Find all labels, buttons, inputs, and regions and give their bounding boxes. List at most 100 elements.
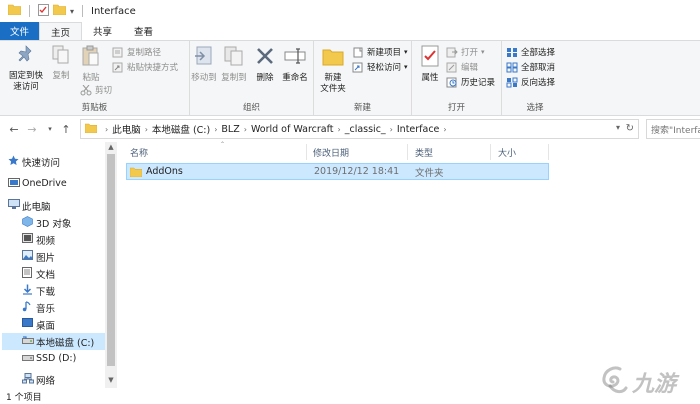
history-button[interactable]: 历史记录 — [446, 76, 495, 88]
folder-icon — [84, 123, 98, 136]
invert-selection-button[interactable]: 反向选择 — [506, 76, 555, 88]
back-button[interactable]: ← — [6, 120, 22, 138]
column-divider[interactable] — [306, 144, 307, 160]
picture-icon — [22, 250, 36, 263]
new-folder-button[interactable]: 新建 文件夹 — [318, 45, 348, 95]
tab-view[interactable]: 查看 — [123, 22, 164, 40]
status-bar: 1 个项目 — [0, 388, 700, 404]
nav-item-3d-objects[interactable]: 3D 对象 — [22, 214, 71, 231]
breadcrumb-world-of-warcraft[interactable]: World of Warcraft — [251, 124, 334, 135]
arrow-up-icon: ↑ — [61, 122, 71, 136]
pin-quick-access-button[interactable]: 固定到快 速访问 — [6, 45, 46, 93]
breadcrumb-blz[interactable]: BLZ — [221, 124, 239, 135]
copy-button[interactable]: 复制 — [48, 45, 74, 82]
column-divider[interactable] — [548, 144, 549, 160]
move-to-button[interactable]: 移动到 — [190, 45, 218, 84]
open-group: 属性 打开 ▾ 编辑 历史记录 打开 — [412, 41, 502, 115]
nav-item-music[interactable]: 音乐 — [22, 299, 55, 316]
arrow-right-icon: → — [27, 122, 37, 136]
scroll-down-icon[interactable]: ▼ — [105, 376, 117, 384]
nav-item-local-disk-c[interactable]: 本地磁盘 (C:) — [2, 333, 105, 350]
address-dropdown-icon[interactable]: ▾ — [616, 123, 620, 132]
column-divider[interactable] — [490, 144, 491, 160]
nav-label: SSD (D:) — [36, 353, 77, 364]
file-list: ⌃ 名称 修改日期 类型 大小 AddOns 2019/12/12 18:41 … — [120, 141, 700, 388]
nav-scrollbar[interactable]: ▲ ▼ — [105, 142, 117, 388]
new-item-button[interactable]: 新建项目 ▾ — [352, 46, 408, 58]
column-header-modified[interactable]: 修改日期 — [313, 142, 349, 162]
folder-icon — [7, 4, 22, 18]
copy-to-button[interactable]: 复制到 — [220, 45, 248, 84]
nav-item-ssd-d[interactable]: SSD (D:) — [22, 350, 76, 367]
chevron-right-icon: › — [144, 124, 148, 134]
customize-dropdown-icon[interactable]: ▾ — [70, 7, 74, 16]
nav-item-downloads[interactable]: 下载 — [22, 282, 55, 299]
rename-label: 重命名 — [282, 73, 308, 83]
new-folder-quick-icon[interactable] — [52, 4, 67, 18]
tab-share[interactable]: 共享 — [82, 22, 123, 40]
clipboard-group: 固定到快 速访问 复制 粘贴 复制路径 粘贴快捷方式 剪切 剪贴板 — [0, 41, 190, 115]
divider — [82, 5, 84, 17]
paste-label: 粘贴 — [82, 73, 100, 83]
nav-item-this-pc[interactable]: 此电脑 — [8, 197, 51, 214]
nav-item-pictures[interactable]: 图片 — [22, 248, 55, 265]
nav-item-quick-access[interactable]: 快速访问 — [8, 153, 60, 170]
tab-home[interactable]: 主页 — [39, 22, 83, 40]
new-folder-label-line2: 文件夹 — [320, 84, 346, 94]
properties-quick-icon[interactable] — [38, 3, 49, 19]
breadcrumb-interface[interactable]: Interface — [397, 124, 440, 135]
cut-button[interactable]: 剪切 — [80, 84, 112, 96]
copy-path-button[interactable]: 复制路径 — [112, 46, 161, 58]
address-bar[interactable]: › 此电脑 › 本地磁盘 (C:) › BLZ › World of Warcr… — [80, 119, 639, 139]
select-all-button[interactable]: 全部选择 — [506, 46, 555, 58]
breadcrumb-this-pc[interactable]: 此电脑 — [112, 122, 141, 136]
move-to-label: 移动到 — [191, 73, 217, 83]
nav-label: 桌面 — [36, 320, 56, 332]
delete-label: 删除 — [256, 73, 274, 83]
edit-label: 编辑 — [461, 63, 479, 73]
breadcrumb-classic[interactable]: _classic_ — [345, 124, 386, 135]
file-modified: 2019/12/12 18:41 — [314, 166, 400, 177]
forward-button[interactable]: → — [24, 120, 40, 138]
paste-button[interactable]: 粘贴 — [78, 45, 104, 84]
column-divider[interactable] — [407, 144, 408, 160]
nav-item-desktop[interactable]: 桌面 — [22, 316, 55, 333]
paste-shortcut-button[interactable]: 粘贴快捷方式 — [112, 61, 178, 73]
nav-scroll-thumb[interactable] — [107, 154, 115, 366]
nav-item-videos[interactable]: 视频 — [22, 231, 55, 248]
nav-label: OneDrive — [22, 178, 67, 189]
rename-button[interactable]: 重命名 — [280, 45, 310, 84]
search-input[interactable]: 搜索"Interface" — [646, 119, 700, 139]
easy-access-button[interactable]: 轻松访问 ▾ — [352, 61, 408, 73]
window-title: Interface — [91, 5, 136, 17]
open-button[interactable]: 打开 ▾ — [446, 46, 485, 58]
scissors-icon — [80, 84, 92, 96]
tab-file[interactable]: 文件 — [0, 22, 40, 40]
ribbon: 固定到快 速访问 复制 粘贴 复制路径 粘贴快捷方式 剪切 剪贴板 移动到 复制… — [0, 40, 700, 116]
table-row[interactable]: AddOns 2019/12/12 18:41 文件夹 — [126, 163, 549, 180]
scroll-up-icon[interactable]: ▲ — [105, 143, 117, 151]
sort-indicator-icon: ⌃ — [220, 141, 226, 148]
select-none-button[interactable]: 全部取消 — [506, 61, 555, 73]
column-header-name[interactable]: 名称 — [130, 142, 148, 162]
clipboard-group-label: 剪贴板 — [81, 103, 108, 113]
properties-button[interactable]: 属性 — [418, 45, 442, 84]
chevron-down-icon: ▾ — [404, 48, 408, 56]
column-header-type[interactable]: 类型 — [415, 142, 433, 162]
edit-button[interactable]: 编辑 — [446, 61, 478, 73]
refresh-icon[interactable]: ↻ — [626, 123, 634, 134]
breadcrumb-local-disk[interactable]: 本地磁盘 (C:) — [152, 122, 210, 136]
cloud-icon — [8, 177, 22, 190]
nav-item-onedrive[interactable]: OneDrive — [8, 175, 67, 192]
up-button[interactable]: ↑ — [58, 120, 74, 138]
recent-locations-button[interactable]: ▾ — [42, 120, 58, 138]
nav-label: 音乐 — [36, 303, 56, 315]
nav-item-network[interactable]: 网络 — [22, 371, 55, 388]
delete-button[interactable]: 删除 — [252, 45, 278, 84]
nav-label: 文档 — [36, 269, 56, 281]
new-folder-icon — [322, 45, 344, 71]
column-header-size[interactable]: 大小 — [498, 142, 516, 162]
paste-icon — [82, 45, 100, 71]
nav-item-documents[interactable]: 文档 — [22, 265, 55, 282]
star-icon — [8, 155, 22, 169]
